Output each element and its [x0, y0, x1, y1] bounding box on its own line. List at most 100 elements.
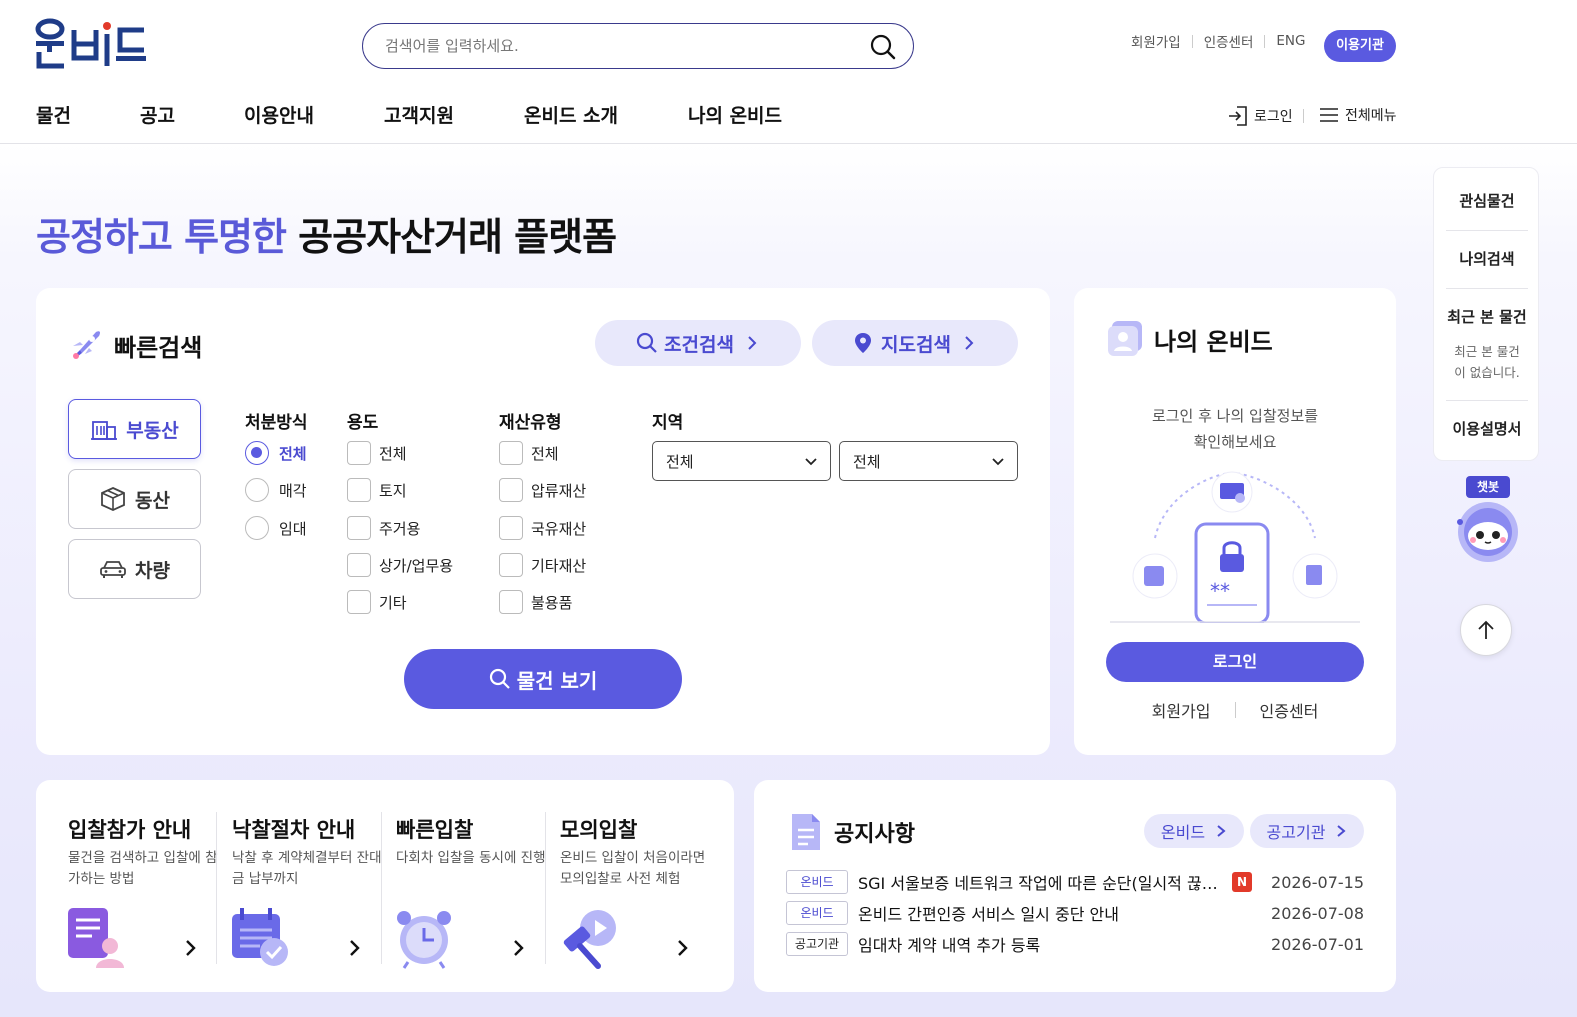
nav-item-about[interactable]: 온비드 소개: [524, 101, 688, 128]
guide-quick-bid[interactable]: 빠른입찰 다회차 입찰을 동시에 진행: [364, 780, 546, 992]
option-label: 전체: [379, 444, 407, 463]
cert-center-link[interactable]: 인증센터: [1193, 31, 1265, 51]
chatbot-button[interactable]: 챗봇: [1448, 476, 1528, 564]
notice-tag: 온비드: [786, 870, 848, 894]
category-vehicle[interactable]: 차량: [68, 539, 201, 599]
notice-row[interactable]: 공고기관 임대차 계약 내역 추가 등록 2026-07-01: [786, 931, 1364, 957]
option-label: 불용품: [531, 593, 573, 612]
guide-bid-participation[interactable]: 입찰참가 안내 물건을 검색하고 입찰에 참가하는 방법: [36, 780, 218, 992]
join-link[interactable]: 회원가입: [1120, 31, 1192, 51]
hero-title: 공정하고 투명한 공공자산거래 플랫폼: [36, 206, 617, 261]
guide-title: 낙찰절차 안내: [232, 818, 356, 842]
eng-link[interactable]: ENG: [1265, 33, 1316, 49]
disposal-option-all[interactable]: 전체: [245, 441, 307, 465]
map-pin-icon: [855, 333, 872, 353]
my-onbid-login-button[interactable]: 로그인: [1106, 642, 1364, 682]
hero-rest: 공공자산거래 플랫폼: [285, 215, 617, 259]
usage-option-land[interactable]: 토지: [347, 478, 407, 502]
radio: [245, 516, 269, 540]
view-items-button[interactable]: 물건 보기: [404, 649, 682, 709]
scroll-to-top-button[interactable]: [1460, 604, 1512, 656]
quick-bar: 관심물건 나의검색 최근 본 물건 최근 본 물건 이 없습니다. 이용설명서: [1433, 167, 1539, 461]
all-menu-button[interactable]: 전체메뉴: [1318, 104, 1397, 126]
asset-option-surplus[interactable]: 불용품: [499, 590, 572, 614]
quickbar-recent[interactable]: 최근 본 물건: [1434, 306, 1540, 327]
chevron-right-icon: [514, 940, 524, 956]
region-select-2[interactable]: 전체: [839, 441, 1018, 481]
document-user-icon: [68, 908, 124, 968]
asset-option-other[interactable]: 기타재산: [499, 553, 586, 577]
guide-title: 빠른입찰: [396, 818, 474, 842]
option-label: 토지: [379, 481, 407, 500]
condition-search-button[interactable]: 조건검색: [595, 320, 801, 366]
utility-links: 회원가입 인증센터 ENG: [1120, 31, 1316, 51]
notice-row[interactable]: 온비드 SGI 서울보증 네트워크 작업에 따른 순단(일시적 끊김) 안내 N…: [786, 869, 1364, 895]
svg-text:**: **: [1210, 579, 1230, 603]
recent-empty-message: 최근 본 물건 이 없습니다.: [1434, 341, 1540, 383]
disposal-option-sale[interactable]: 매각: [245, 478, 307, 502]
option-label: 임대: [279, 519, 307, 538]
rocket-icon: [73, 331, 100, 359]
divider: [1446, 288, 1528, 289]
option-label: 국유재산: [531, 519, 587, 538]
guide-award-procedure[interactable]: 낙찰절차 안내 낙찰 후 계약체결부터 잔대금 납부까지: [200, 780, 382, 992]
search-icon[interactable]: [869, 33, 897, 61]
nav-item-items[interactable]: 물건: [36, 101, 140, 128]
guide-mock-bid[interactable]: 모의입찰 온비드 입찰이 처음이라면 모의입찰로 사전 체험: [528, 780, 705, 992]
map-search-button[interactable]: 지도검색: [812, 320, 1018, 366]
nav-item-my[interactable]: 나의 온비드: [688, 101, 782, 128]
disposal-heading: 처분방식: [245, 413, 308, 433]
option-label: 전체: [279, 444, 307, 463]
condition-search-label: 조건검색: [664, 333, 734, 356]
map-search-label: 지도검색: [881, 333, 951, 356]
option-label: 전체: [531, 444, 559, 463]
onbid-logo[interactable]: [34, 18, 150, 74]
usage-option-residential[interactable]: 주거용: [347, 516, 420, 540]
nav-item-guide[interactable]: 이용안내: [244, 101, 384, 128]
notice-card: 공지사항 온비드 공고기관 온비드 SGI 서울보증 네트워크 작업에 따른 순…: [754, 780, 1396, 992]
view-items-label: 물건 보기: [516, 668, 598, 693]
quickbar-manual[interactable]: 이용설명서: [1434, 418, 1540, 439]
checkbox: [347, 516, 371, 540]
asset-option-all[interactable]: 전체: [499, 441, 559, 465]
asset-option-national[interactable]: 국유재산: [499, 516, 586, 540]
notice-tab-onbid[interactable]: 온비드: [1144, 814, 1244, 848]
divider: [1446, 400, 1528, 401]
chevron-right-icon: [1337, 825, 1346, 837]
notice-row[interactable]: 온비드 온비드 간편인증 서비스 일시 중단 안내 2026-07-08: [786, 900, 1364, 926]
guide-desc: 물건을 검색하고 입찰에 참가하는 방법: [68, 850, 218, 887]
join-link[interactable]: 회원가입: [1152, 698, 1211, 722]
checkbox: [499, 590, 523, 614]
quickbar-my-search[interactable]: 나의검색: [1434, 248, 1540, 269]
building-icon: [91, 421, 118, 440]
usage-option-all[interactable]: 전체: [347, 441, 407, 465]
header: 회원가입 인증센터 ENG 이용기관 물건 공고 이용안내 고객지원 온비드 소…: [0, 0, 1577, 144]
auction-hammer-icon: [563, 910, 616, 969]
cert-center-link[interactable]: 인증센터: [1260, 698, 1319, 722]
quickbar-favorites[interactable]: 관심물건: [1434, 190, 1540, 211]
nav-item-support[interactable]: 고객지원: [384, 101, 524, 128]
notice-text: 임대차 계약 내역 추가 등록: [858, 936, 1041, 955]
hero-accent: 공정하고 투명한: [36, 215, 287, 259]
my-onbid-card: 나의 온비드 로그인 후 나의 입찰정보를 확인해보세요 ** 로그인 회원가입…: [1074, 288, 1396, 755]
hamburger-icon: [1320, 108, 1338, 122]
message-line: 이 없습니다.: [1454, 365, 1520, 380]
search-icon: [636, 332, 657, 353]
usage-option-commercial[interactable]: 상가/업무용: [347, 553, 453, 577]
message-line: 최근 본 물건: [1454, 344, 1520, 359]
region-select-1[interactable]: 전체: [652, 441, 831, 481]
nav-item-notices[interactable]: 공고: [140, 101, 244, 128]
institution-button[interactable]: 이용기관: [1324, 30, 1396, 62]
disposal-option-lease[interactable]: 임대: [245, 516, 307, 540]
notice-tab-institution[interactable]: 공고기관: [1250, 814, 1364, 848]
usage-option-other[interactable]: 기타: [347, 590, 407, 614]
search-input[interactable]: [385, 34, 855, 58]
asset-option-seized[interactable]: 압류재산: [499, 478, 586, 502]
notice-date: 2026-07-08: [1271, 903, 1364, 923]
guide-desc: 낙찰 후 계약체결부터 잔대금 납부까지: [232, 850, 382, 887]
category-real-estate[interactable]: 부동산: [68, 399, 201, 459]
search-icon: [489, 668, 510, 689]
quick-search-card: 빠른검색 조건검색 지도검색 부동산 동산 차량 처분방식 용도 재산유형 지역…: [36, 288, 1050, 755]
login-link[interactable]: 로그인: [1226, 104, 1293, 128]
category-movable[interactable]: 동산: [68, 469, 201, 529]
